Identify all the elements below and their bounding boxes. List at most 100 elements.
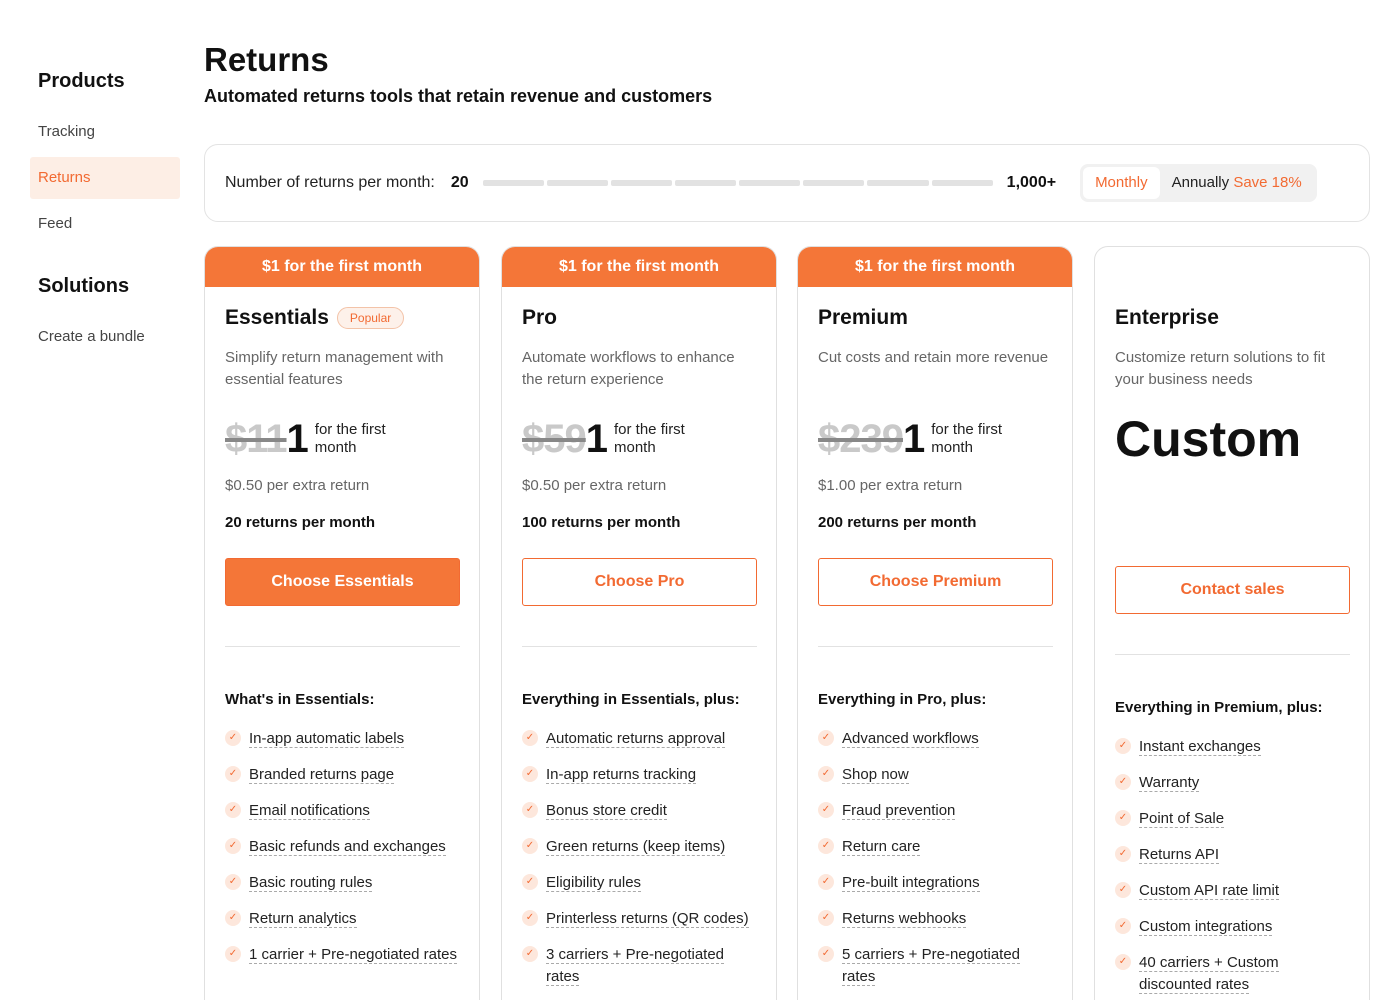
- feature-label[interactable]: Point of Sale: [1139, 808, 1225, 830]
- feature-label[interactable]: 3 carriers + Pre-negotiated rates: [546, 944, 756, 988]
- new-price: 1: [585, 417, 608, 461]
- feature-item: ✓ Green returns (keep items): [522, 836, 756, 858]
- feature-label[interactable]: Automatic returns approval: [546, 728, 726, 750]
- feature-text: Return care: [842, 838, 921, 856]
- contact-sales-button[interactable]: Contact sales: [1115, 566, 1350, 614]
- feature-label[interactable]: Custom API rate limit: [1139, 880, 1280, 902]
- feature-text: Returns webhooks: [842, 910, 967, 928]
- feature-label[interactable]: 1 carrier + Pre-negotiated rates: [249, 944, 458, 966]
- check-icon: ✓: [522, 946, 538, 962]
- old-price: $59: [522, 417, 587, 461]
- check-icon: ✓: [818, 910, 834, 926]
- returns-slider[interactable]: [482, 180, 993, 186]
- choose-pro-button[interactable]: Choose Pro: [522, 558, 757, 606]
- feature-text: Pre-built integrations: [842, 874, 980, 892]
- feature-label[interactable]: Green returns (keep items): [546, 836, 726, 858]
- feature-item: ✓ Pre-built integrations: [818, 872, 1052, 894]
- slider-segment: [739, 180, 801, 186]
- feature-item: ✓ Eligibility rules: [522, 872, 756, 894]
- sidebar-item-returns[interactable]: Returns: [30, 157, 180, 199]
- check-icon: ✓: [1115, 954, 1131, 970]
- feature-label[interactable]: In-app automatic labels: [249, 728, 405, 750]
- feature-text: Basic routing rules: [249, 874, 373, 892]
- feature-text: Advanced workflows: [842, 730, 979, 748]
- feature-label[interactable]: Eligibility rules: [546, 872, 642, 894]
- new-price: 1: [286, 417, 309, 461]
- feature-item: ✓ Bonus store credit: [522, 800, 756, 822]
- feature-item: ✓ Return analytics: [225, 908, 459, 930]
- feature-list: ✓ Advanced workflows ✓ Shop now ✓ Fraud preve…: [818, 728, 1052, 988]
- feature-text: Bonus store credit: [546, 802, 667, 820]
- feature-item: ✓ Email notifications: [225, 800, 459, 822]
- feature-label[interactable]: Advanced workflows: [842, 728, 979, 750]
- feature-label[interactable]: 5 carriers + Pre-negotiated rates: [842, 944, 1052, 988]
- check-icon: ✓: [522, 766, 538, 782]
- feature-item: ✓ Returns webhooks: [818, 908, 1052, 930]
- sidebar-item-tracking[interactable]: Tracking: [30, 111, 180, 153]
- feature-label[interactable]: Return care: [842, 836, 921, 858]
- check-icon: ✓: [818, 838, 834, 854]
- feature-label[interactable]: Email notifications: [249, 800, 370, 822]
- old-price: $11: [225, 417, 288, 461]
- feature-item: ✓ Warranty: [1115, 772, 1349, 794]
- feature-list: ✓ Instant exchanges ✓ Warranty ✓ Point of Sal…: [1115, 736, 1349, 996]
- sidebar: Products Tracking Returns Feed Solutions…: [30, 70, 180, 362]
- slider-segment: [803, 180, 865, 186]
- custom-price: Custom: [1115, 411, 1302, 467]
- divider: [522, 646, 757, 647]
- feature-text: 40 carriers + Custom discounted rates: [1139, 954, 1279, 994]
- feature-text: Email notifications: [249, 802, 370, 820]
- page-title: Returns: [204, 41, 329, 78]
- check-icon: ✓: [522, 802, 538, 818]
- feature-label[interactable]: Warranty: [1139, 772, 1200, 794]
- feature-text: In-app returns tracking: [546, 766, 697, 784]
- feature-item: ✓ Custom API rate limit: [1115, 880, 1349, 902]
- feature-label[interactable]: Basic refunds and exchanges: [249, 836, 446, 858]
- choose-essentials-button[interactable]: Choose Essentials: [225, 558, 460, 606]
- feature-label[interactable]: Branded returns page: [249, 764, 395, 786]
- feature-item: ✓ Basic refunds and exchanges: [225, 836, 459, 858]
- feature-item: ✓ 1 carrier + Pre-negotiated rates: [225, 944, 459, 966]
- check-icon: ✓: [225, 874, 241, 890]
- toggle-annually[interactable]: Annually Save 18%: [1160, 167, 1314, 199]
- check-icon: ✓: [1115, 882, 1131, 898]
- feature-item: ✓ Basic routing rules: [225, 872, 459, 894]
- feature-label[interactable]: Bonus store credit: [546, 800, 667, 822]
- popular-badge: Popular: [336, 307, 405, 329]
- feature-label[interactable]: Instant exchanges: [1139, 736, 1261, 758]
- plan-card-pro: $1 for the first month Pro Automate work…: [501, 246, 777, 1000]
- feature-label[interactable]: Returns webhooks: [842, 908, 967, 930]
- feature-label[interactable]: In-app returns tracking: [546, 764, 697, 786]
- feature-text: Custom integrations: [1139, 918, 1273, 936]
- slider-segment: [867, 180, 929, 186]
- sidebar-item-feed[interactable]: Feed: [30, 203, 180, 245]
- sidebar-item-create-bundle[interactable]: Create a bundle: [30, 316, 180, 358]
- feature-label[interactable]: 40 carriers + Custom discounted rates: [1139, 952, 1349, 996]
- choose-premium-button[interactable]: Choose Premium: [818, 558, 1053, 606]
- slider-segment: [931, 180, 993, 186]
- feature-text: Fraud prevention: [842, 802, 956, 820]
- feature-text: 1 carrier + Pre-negotiated rates: [249, 946, 458, 964]
- save-badge: Save 18%: [1233, 174, 1302, 191]
- check-icon: ✓: [818, 802, 834, 818]
- feature-label[interactable]: Pre-built integrations: [842, 872, 980, 894]
- slider-segment: [482, 180, 544, 186]
- page-subtitle: Automated returns tools that retain reve…: [204, 86, 713, 106]
- check-icon: ✓: [522, 730, 538, 746]
- price-row: $11 1 for the first month: [225, 415, 459, 463]
- feature-label[interactable]: Fraud prevention: [842, 800, 956, 822]
- slider-segment: [610, 180, 673, 186]
- feature-item: ✓ Returns API: [1115, 844, 1349, 866]
- divider: [225, 646, 460, 647]
- slider-max-label: 1,000+: [1006, 174, 1057, 191]
- feature-label[interactable]: Basic routing rules: [249, 872, 373, 894]
- toggle-monthly[interactable]: Monthly: [1083, 167, 1160, 199]
- feature-text: Shop now: [842, 766, 909, 784]
- feature-label[interactable]: Shop now: [842, 764, 909, 786]
- feature-text: Custom API rate limit: [1139, 882, 1280, 900]
- returns-volume-selector: Number of returns per month: 20 1,000+ M…: [204, 144, 1370, 222]
- feature-label[interactable]: Returns API: [1139, 844, 1220, 866]
- feature-label[interactable]: Return analytics: [249, 908, 357, 930]
- feature-label[interactable]: Printerless returns (QR codes): [546, 908, 749, 930]
- feature-label[interactable]: Custom integrations: [1139, 916, 1273, 938]
